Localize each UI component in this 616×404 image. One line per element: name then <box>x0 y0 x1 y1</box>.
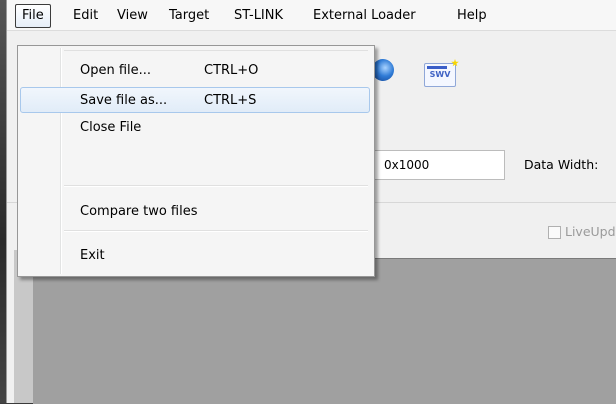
menu-item-open-file[interactable]: Open file... CTRL+O <box>20 58 370 84</box>
menu-item-label: Compare two files <box>80 204 198 219</box>
size-input[interactable]: 0x1000 <box>371 150 505 180</box>
menu-st-link[interactable]: ST-LINK <box>228 6 289 26</box>
menu-item-label: Save file as... <box>80 93 168 108</box>
menu-item-exit[interactable]: Exit <box>20 243 370 269</box>
data-width-label: Data Width: <box>524 157 599 172</box>
menu-item-save-file-as[interactable]: Save file as... CTRL+S <box>20 87 370 113</box>
menu-item-label: Open file... <box>80 63 152 78</box>
live-update-checkbox[interactable] <box>548 226 561 239</box>
menu-item-close-file[interactable]: Close File <box>20 115 370 141</box>
menu-separator <box>64 185 368 187</box>
file-menu-dropdown: Open file... CTRL+O Save file as... CTRL… <box>17 45 375 277</box>
menu-edit[interactable]: Edit <box>67 6 104 26</box>
live-update-label: LiveUpdat <box>565 224 616 239</box>
menu-external-loader[interactable]: External Loader <box>307 6 422 26</box>
memory-content-area <box>33 258 616 404</box>
menu-item-label: Close File <box>80 120 142 135</box>
menu-item-shortcut: CTRL+O <box>204 63 259 78</box>
menu-view[interactable]: View <box>111 6 154 26</box>
menu-item-label: Exit <box>80 248 105 263</box>
menu-help[interactable]: Help <box>451 6 493 26</box>
menu-file[interactable]: File <box>15 4 51 28</box>
menu-separator <box>64 230 368 232</box>
menu-item-shortcut: CTRL+S <box>204 93 257 108</box>
connect-globe-icon[interactable] <box>372 59 394 81</box>
menu-item-compare-two-files[interactable]: Compare two files <box>20 199 370 225</box>
menu-target[interactable]: Target <box>163 6 215 26</box>
swv-icon[interactable]: SWV <box>424 63 456 87</box>
menu-top-separator <box>64 50 368 51</box>
menu-bar: File Edit View Target ST-LINK External L… <box>7 0 616 31</box>
